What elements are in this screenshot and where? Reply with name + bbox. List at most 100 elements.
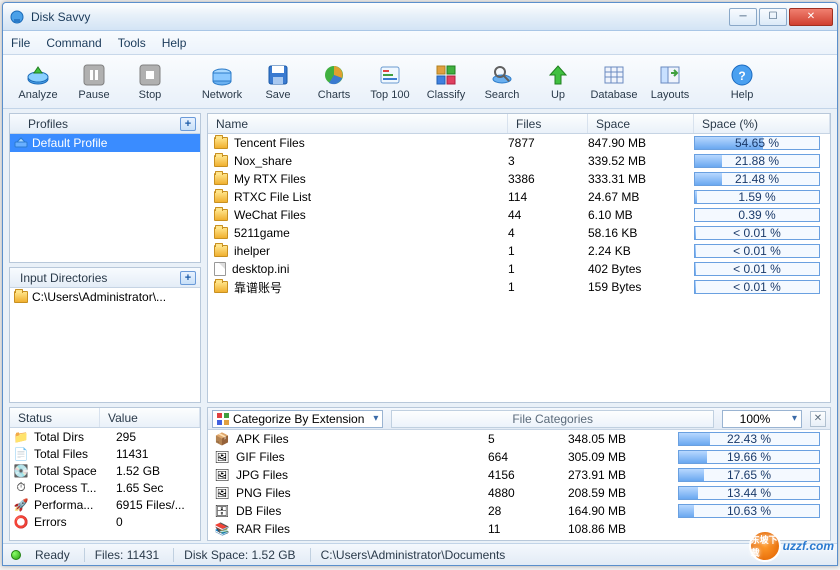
status-space: Disk Space: 1.52 GB xyxy=(173,548,295,562)
col-space[interactable]: Space xyxy=(588,114,694,133)
folder-icon xyxy=(214,155,228,167)
menu-file[interactable]: File xyxy=(11,36,30,50)
close-categories-button[interactable]: ✕ xyxy=(810,411,826,427)
analyze-button[interactable]: Analyze xyxy=(11,58,65,106)
status-ready: Ready xyxy=(35,548,70,562)
menubar: File Command Tools Help xyxy=(3,31,837,55)
watermark-logo-icon: 东坡下载 xyxy=(749,530,781,562)
percent-bar: 1.59 % xyxy=(694,190,820,204)
menu-command[interactable]: Command xyxy=(46,36,101,50)
col-value[interactable]: Value xyxy=(100,408,200,427)
layouts-button[interactable]: Layouts xyxy=(643,58,697,106)
filetype-icon: 🗄 xyxy=(214,504,230,518)
pause-icon xyxy=(82,63,106,87)
stop-button[interactable]: Stop xyxy=(123,58,177,106)
percent-bar: 13.44 % xyxy=(678,486,820,500)
category-row[interactable]: 🖼PNG Files4880208.59 MB13.44 % xyxy=(208,484,830,502)
maximize-button[interactable]: ☐ xyxy=(759,8,787,26)
database-button[interactable]: Database xyxy=(587,58,641,106)
database-icon xyxy=(602,63,626,87)
charts-icon xyxy=(322,63,346,87)
col-files[interactable]: Files xyxy=(508,114,588,133)
status-icon: 📁 xyxy=(14,430,28,444)
app-icon xyxy=(9,9,25,25)
layouts-icon xyxy=(658,63,682,87)
status-row: 🚀Performa...6915 Files/... xyxy=(10,496,200,513)
help-icon: ? xyxy=(730,63,754,87)
help-button[interactable]: ?Help xyxy=(715,58,769,106)
minimize-button[interactable]: ─ xyxy=(729,8,757,26)
status-row: 💽Total Space1.52 GB xyxy=(10,462,200,479)
add-profile-button[interactable]: + xyxy=(180,117,196,131)
titlebar[interactable]: Disk Savvy ─ ☐ ✕ xyxy=(3,3,837,31)
classify-icon xyxy=(434,63,458,87)
col-name[interactable]: Name xyxy=(208,114,508,133)
file-row[interactable]: ihelper12.24 KB< 0.01 % xyxy=(208,242,830,260)
file-icon xyxy=(214,262,226,276)
profile-icon xyxy=(14,136,28,150)
folder-icon xyxy=(214,227,228,239)
filetype-icon: 🖼 xyxy=(214,450,230,464)
profiles-header: Profiles xyxy=(14,117,68,131)
filetype-icon: 🖼 xyxy=(214,468,230,482)
status-row: 📁Total Dirs295 xyxy=(10,428,200,445)
status-icon: 💽 xyxy=(14,464,28,478)
charts-button[interactable]: Charts xyxy=(307,58,361,106)
classify-button[interactable]: Classify xyxy=(419,58,473,106)
profiles-panel: Profiles + Default Profile xyxy=(9,113,201,263)
percent-bar: 10.63 % xyxy=(678,504,820,518)
status-path: C:\Users\Administrator\Documents xyxy=(310,548,506,562)
file-row[interactable]: desktop.ini1402 Bytes< 0.01 % xyxy=(208,260,830,278)
category-row[interactable]: 🖼GIF Files664305.09 MB19.66 % xyxy=(208,448,830,466)
percent-bar: 21.88 % xyxy=(694,154,820,168)
watermark: 东坡下载 uzzf.com xyxy=(749,530,834,562)
add-inputdir-button[interactable]: + xyxy=(180,271,196,285)
folder-icon xyxy=(14,291,28,303)
col-status[interactable]: Status xyxy=(10,408,100,427)
app-window: Disk Savvy ─ ☐ ✕ File Command Tools Help… xyxy=(2,2,838,566)
categorize-combo[interactable]: Categorize By Extension xyxy=(212,410,383,428)
file-row[interactable]: Tencent Files7877847.90 MB54.65 % xyxy=(208,134,830,152)
close-button[interactable]: ✕ xyxy=(789,8,833,26)
file-row[interactable]: My RTX Files3386333.31 MB21.48 % xyxy=(208,170,830,188)
network-icon xyxy=(210,63,234,87)
category-row[interactable]: 🖼JPG Files4156273.91 MB17.65 % xyxy=(208,466,830,484)
folder-icon xyxy=(214,137,228,149)
status-files: Files: 11431 xyxy=(84,548,159,562)
profile-item[interactable]: Default Profile xyxy=(10,134,200,152)
zoom-combo[interactable]: 100% xyxy=(722,410,802,428)
main-columns: Name Files Space Space (%) xyxy=(208,114,830,134)
file-row[interactable]: RTXC File List11424.67 MB1.59 % xyxy=(208,188,830,206)
category-row[interactable]: 📚RAR Files11108.86 MB xyxy=(208,520,830,538)
save-button[interactable]: Save xyxy=(251,58,305,106)
file-row[interactable]: 靠谱账号1159 Bytes< 0.01 % xyxy=(208,278,830,296)
filetype-icon: 🖼 xyxy=(214,486,230,500)
status-led-icon xyxy=(11,550,21,560)
percent-bar: < 0.01 % xyxy=(694,280,820,294)
percent-bar: 0.39 % xyxy=(694,208,820,222)
save-icon xyxy=(266,63,290,87)
pause-button[interactable]: Pause xyxy=(67,58,121,106)
inputdir-item[interactable]: C:\Users\Administrator\... xyxy=(10,288,200,306)
file-row[interactable]: Nox_share3339.52 MB21.88 % xyxy=(208,152,830,170)
up-button[interactable]: Up xyxy=(531,58,585,106)
search-button[interactable]: Search xyxy=(475,58,529,106)
network-button[interactable]: Network xyxy=(195,58,249,106)
grid-icon xyxy=(217,413,229,425)
toolbar: AnalyzePauseStop NetworkSaveChartsTop 100… xyxy=(3,55,837,109)
status-row: ⏱Process T...1.65 Sec xyxy=(10,479,200,496)
top100-button[interactable]: Top 100 xyxy=(363,58,417,106)
file-row[interactable]: 5211game458.16 KB< 0.01 % xyxy=(208,224,830,242)
menu-tools[interactable]: Tools xyxy=(118,36,146,50)
file-row[interactable]: WeChat Files446.10 MB0.39 % xyxy=(208,206,830,224)
status-row: 📄Total Files11431 xyxy=(10,445,200,462)
category-row[interactable]: 🗄DB Files28164.90 MB10.63 % xyxy=(208,502,830,520)
stop-icon xyxy=(138,63,162,87)
menu-help[interactable]: Help xyxy=(162,36,187,50)
percent-bar: 19.66 % xyxy=(678,450,820,464)
folder-icon xyxy=(214,245,228,257)
status-panel: Status Value 📁Total Dirs295📄Total Files1… xyxy=(9,407,201,541)
col-pct[interactable]: Space (%) xyxy=(694,114,830,133)
category-row[interactable]: 📦APK Files5348.05 MB22.43 % xyxy=(208,430,830,448)
percent-bar: 54.65 % xyxy=(694,136,820,150)
